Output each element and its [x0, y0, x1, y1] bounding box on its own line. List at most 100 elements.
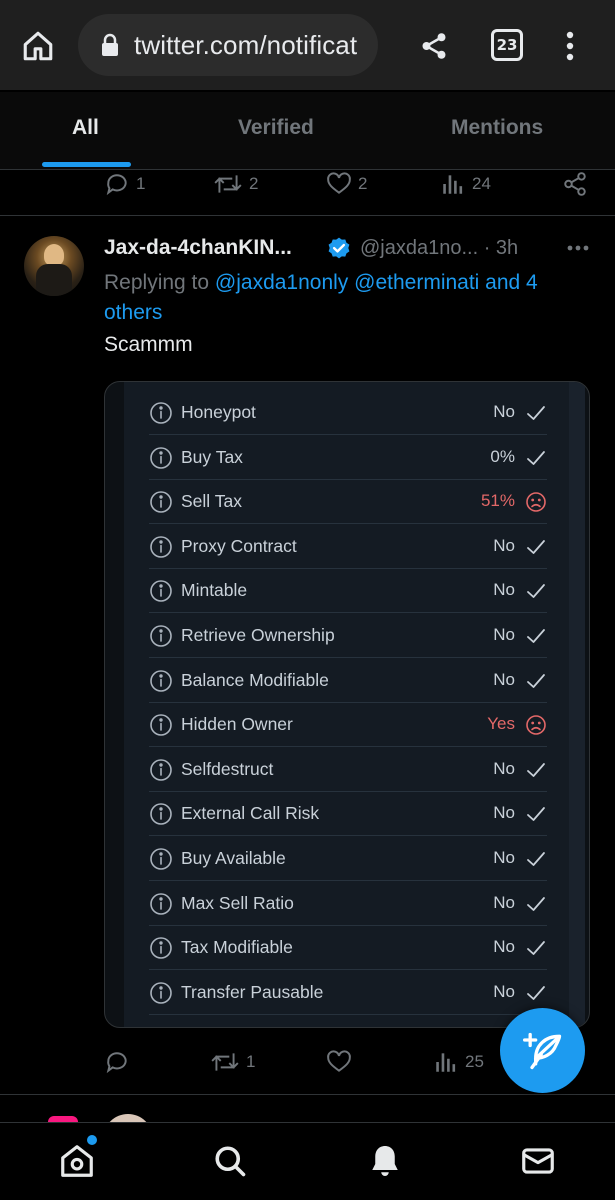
check-value: No: [493, 580, 515, 600]
views-icon: [436, 1053, 456, 1072]
new-items-dot: [87, 1135, 97, 1145]
bell-icon: [372, 1146, 398, 1176]
retweet-button[interactable]: 1: [210, 1049, 255, 1075]
check-value: Yes: [487, 714, 515, 734]
image-scroll-rail: [569, 382, 585, 1027]
info-icon: [149, 624, 173, 648]
avatar[interactable]: [24, 236, 84, 296]
display-name[interactable]: Jax-da-4chanKIN...: [104, 236, 292, 260]
like-button[interactable]: [326, 1049, 358, 1075]
token-check-row: Buy Available No: [149, 837, 547, 881]
checkmark-icon: [525, 402, 547, 424]
info-icon: [149, 490, 173, 514]
checkmark-icon: [525, 625, 547, 647]
token-check-row: Transfer Pausable No: [149, 971, 547, 1015]
token-check-row: Hidden Owner Yes: [149, 703, 547, 748]
token-check-row: Tax Modifiable No: [149, 926, 547, 971]
check-value: No: [493, 669, 515, 689]
nav-home[interactable]: [57, 1141, 97, 1181]
views-icon: [443, 175, 463, 194]
tabs-button[interactable]: 23: [488, 26, 528, 66]
info-icon: [149, 446, 173, 470]
share-icon[interactable]: [414, 26, 454, 66]
sad-face-icon: [525, 714, 547, 736]
reply-count: 1: [136, 174, 146, 193]
info-icon: [149, 892, 173, 916]
tabs-count: 23: [491, 29, 523, 61]
more-vert-icon[interactable]: [555, 26, 585, 66]
views-count: 24: [472, 174, 491, 193]
check-value: No: [493, 803, 515, 823]
like-count: 2: [358, 174, 368, 193]
views-count: 25: [465, 1052, 484, 1071]
share-icon: [564, 172, 586, 196]
check-label: Balance Modifiable: [181, 669, 329, 690]
nav-messages[interactable]: [518, 1141, 558, 1181]
views-button[interactable]: 24: [440, 171, 491, 197]
nav-notifications[interactable]: [365, 1141, 405, 1181]
tab-verified[interactable]: Verified: [238, 116, 314, 140]
info-icon: [149, 981, 173, 1005]
token-check-row: Honeypot No: [149, 391, 547, 435]
checkmark-icon: [525, 536, 547, 558]
home-icon[interactable]: [18, 26, 58, 66]
check-value: 0%: [490, 446, 515, 466]
check-label: Sell Tax: [181, 491, 242, 512]
nav-search[interactable]: [210, 1141, 250, 1181]
checkmark-icon: [525, 848, 547, 870]
checkmark-icon: [525, 447, 547, 469]
reply-prefix: Replying to: [104, 271, 210, 294]
checkmark-icon: [525, 670, 547, 692]
check-value: No: [493, 535, 515, 555]
token-check-row: External Call Risk No: [149, 792, 547, 837]
share-tweet-button[interactable]: [562, 171, 594, 197]
token-check-row: Max Sell Ratio No: [149, 882, 547, 926]
check-label: Buy Available: [181, 848, 286, 868]
check-label: Mintable: [181, 580, 248, 601]
token-check-row: Mintable No: [149, 569, 547, 614]
search-icon: [215, 1146, 246, 1177]
check-value: No: [493, 402, 515, 421]
like-button[interactable]: 2: [326, 171, 367, 197]
bottom-navigation: [0, 1122, 615, 1200]
mail-icon: [522, 1148, 554, 1174]
address-bar[interactable]: twitter.com/notificat: [78, 14, 378, 76]
info-icon: [149, 847, 173, 871]
info-icon: [149, 802, 173, 826]
avatar: [103, 1114, 153, 1122]
compose-feather-icon: [522, 1032, 561, 1069]
info-icon: [149, 535, 173, 559]
checkmark-icon: [525, 580, 547, 602]
check-label: External Call Risk: [181, 803, 320, 824]
sad-face-icon: [525, 491, 547, 513]
check-value: No: [493, 848, 515, 867]
views-button[interactable]: 25: [433, 1049, 484, 1075]
reply-button[interactable]: [104, 1049, 136, 1075]
check-label: Tax Modifiable: [181, 937, 293, 958]
info-icon: [149, 713, 173, 737]
home-icon: [61, 1145, 93, 1177]
tab-mentions[interactable]: Mentions: [451, 116, 543, 140]
checkmark-icon: [525, 937, 547, 959]
divider: [0, 215, 615, 216]
tweet-image[interactable]: Honeypot No Buy Tax 0% Sell Tax 51% Proxy Cont…: [104, 381, 590, 1028]
token-check-row: Retrieve Ownership No: [149, 614, 547, 658]
reply-button[interactable]: 1: [104, 171, 145, 197]
check-label: Max Sell Ratio: [181, 892, 294, 913]
compose-button[interactable]: [500, 1008, 585, 1093]
info-icon: [149, 401, 173, 425]
more-options-icon[interactable]: [566, 238, 590, 258]
check-value: 51%: [480, 491, 515, 511]
tab-all[interactable]: All: [72, 116, 99, 140]
retweet-count: 1: [246, 1052, 256, 1071]
handle-and-time: @jaxda1no... · 3h: [360, 237, 519, 259]
tweet-text: Scammm: [104, 333, 193, 356]
info-icon: [149, 758, 173, 782]
reply-context: Replying to @jaxda1nonly @etherminati an…: [104, 268, 594, 328]
divider: [0, 1094, 615, 1095]
token-check-row: Selfdestruct No: [149, 748, 547, 792]
notification-tabs: All Verified Mentions: [0, 92, 615, 170]
heart-icon: [327, 1050, 351, 1072]
retweet-button[interactable]: 2: [213, 171, 258, 197]
check-label: Proxy Contract: [181, 535, 297, 556]
